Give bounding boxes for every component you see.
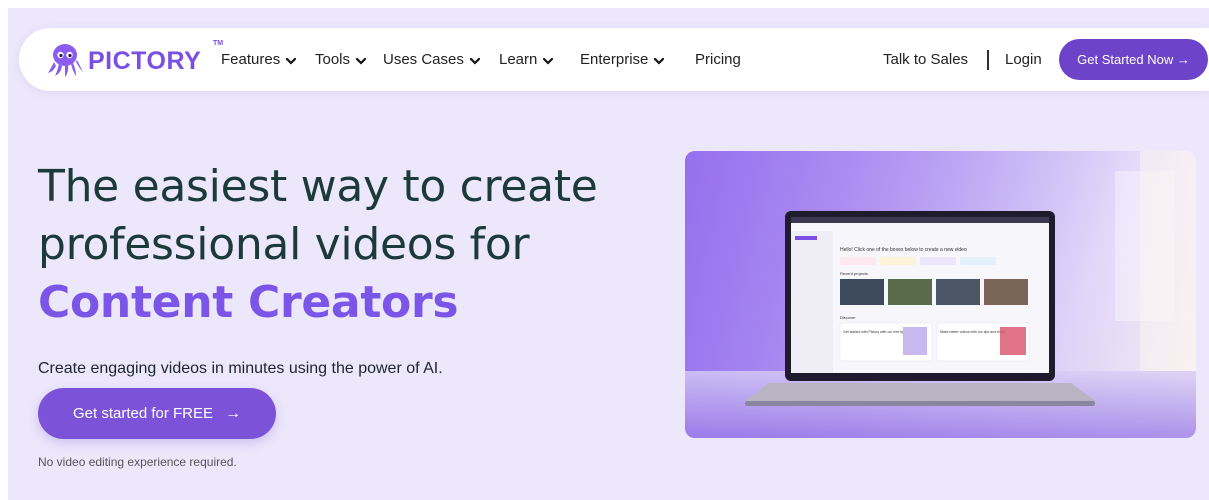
nav-item-pricing[interactable]: Pricing — [695, 48, 741, 70]
screen-recent-projects: Recent projects — [840, 271, 868, 276]
nav-divider — [987, 50, 989, 70]
nav-item-label: Learn — [499, 50, 538, 68]
get-started-now-button[interactable]: Get Started Now → — [1059, 39, 1208, 80]
talk-to-sales-link[interactable]: Talk to Sales — [883, 48, 968, 70]
hero-laptop-image: Hello! Click one of the boxes below to c… — [685, 151, 1196, 438]
nav-item-enterprise[interactable]: Enterprise — [580, 48, 665, 70]
nav-item-label: Tools — [315, 50, 351, 68]
nav-item-learn[interactable]: Learn — [499, 48, 554, 70]
get-started-free-button[interactable]: Get started for FREE → — [38, 388, 276, 439]
login-link[interactable]: Login — [1005, 48, 1042, 70]
hero-note: No video editing experience required. — [38, 455, 237, 469]
octopus-logo-icon — [48, 44, 83, 77]
nav-item-features[interactable]: Features — [221, 48, 297, 70]
arrow-right-icon: → — [225, 404, 242, 422]
screen-card-1: Get started with Pictory with our free t… — [843, 330, 906, 334]
hero-subtitle: Create engaging videos in minutes using … — [38, 360, 443, 377]
chevron-down-icon — [286, 57, 297, 65]
hero-heading-line-1: The easiest way to create — [38, 161, 598, 212]
brand-name: PICTORY — [88, 46, 202, 75]
nav-item-label: Enterprise — [580, 50, 649, 68]
pictory-logo[interactable]: PICTORY TM — [46, 40, 223, 78]
laptop-illustration: Hello! Click one of the boxes below to c… — [685, 151, 1196, 438]
chevron-down-icon — [654, 57, 665, 65]
nav-item-label: Uses Cases — [383, 50, 464, 68]
page-background: PICTORY TM Features Tools Uses Cases Lea… — [8, 8, 1209, 500]
chevron-down-icon — [469, 57, 480, 65]
screen-greeting: Hello! Click one of the boxes below to c… — [840, 247, 967, 253]
chevron-down-icon — [543, 57, 554, 65]
nav-item-use-cases[interactable]: Uses Cases — [383, 48, 481, 70]
chevron-down-icon — [355, 57, 367, 65]
screen-discover: Discover — [840, 315, 856, 320]
screen-card-2: Make better videos with our tips and tri… — [940, 330, 1005, 334]
nav-item-label: Pricing — [695, 50, 741, 68]
trademark-mark: TM — [213, 40, 224, 47]
hero-heading-highlight: Content Creators — [38, 277, 459, 328]
nav-item-label: Features — [221, 50, 281, 68]
nav-item-tools[interactable]: Tools — [315, 48, 367, 70]
hero-heading: The easiest way to create professional v… — [38, 158, 598, 332]
hero-heading-line-2: professional videos for — [38, 219, 530, 270]
button-label: Get started for FREE — [72, 405, 214, 422]
top-navigation-bar: PICTORY TM Features Tools Uses Cases Lea… — [19, 28, 1209, 91]
